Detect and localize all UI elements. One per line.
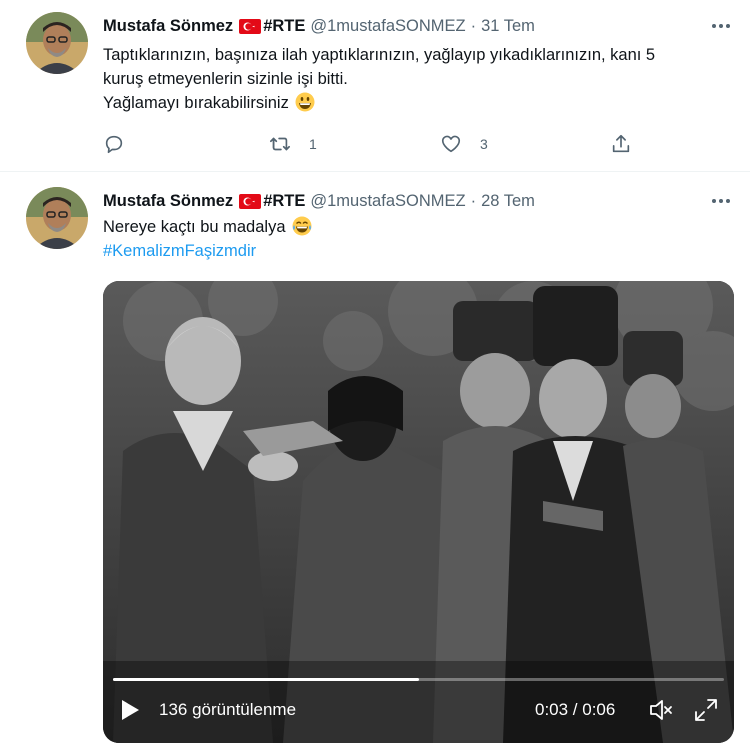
tweet-header: Mustafa Sönmez #RTE @1mustafaSONMEZ · 31… [103, 15, 535, 37]
play-icon[interactable] [119, 698, 141, 722]
view-count: 136 görüntülenme [159, 700, 297, 719]
fullscreen-icon[interactable] [693, 697, 719, 723]
tweet[interactable]: Mustafa Sönmez #RTE @1mustafaSONMEZ · 28… [0, 172, 750, 747]
grinning-face-emoji [295, 92, 315, 112]
more-dots-icon[interactable] [710, 15, 732, 37]
tweet-header: Mustafa Sönmez #RTE @1mustafaSONMEZ · 28… [103, 190, 535, 212]
tweet-date[interactable]: 31 Tem [481, 17, 535, 36]
retweet-icon [270, 137, 290, 151]
author-tag: #RTE [263, 16, 306, 35]
tweet-date[interactable]: 28 Tem [481, 192, 535, 211]
retweet-count: 1 [309, 136, 317, 152]
tweet-text-line: kuruş etmeyenlerin sizinle işi bitti. [103, 70, 348, 88]
like-count: 3 [480, 136, 488, 152]
hashtag-link[interactable]: #KemalizmFaşizmdir [103, 239, 733, 263]
video-progress-bar[interactable] [113, 678, 724, 681]
author-tag: #RTE [263, 191, 306, 210]
turkey-flag-icon [239, 193, 262, 209]
more-dots-icon[interactable] [710, 190, 732, 212]
author-handle[interactable]: @1mustafaSONMEZ [310, 17, 465, 36]
tweet-text: Taptıklarınızın, başınıza ilah yaptıklar… [103, 43, 733, 115]
video-frame[interactable] [103, 281, 734, 743]
author-handle[interactable]: @1mustafaSONMEZ [310, 192, 465, 211]
tweet[interactable]: Mustafa Sönmez #RTE @1mustafaSONMEZ · 31… [0, 0, 750, 172]
reply-icon [105, 135, 123, 154]
face-with-tears-of-joy-emoji [292, 216, 312, 236]
tweet-text-line: Nereye kaçtı bu madalya [103, 215, 733, 239]
share-icon [612, 134, 630, 153]
separator-dot: · [470, 191, 477, 210]
tweet-actions: 1 3 [103, 130, 633, 158]
retweet-button[interactable]: 1 [269, 130, 317, 158]
tweet-text-fragment: Nereye kaçtı bu madalya [103, 218, 286, 236]
turkey-flag-icon [239, 18, 262, 34]
tweet-text: Nereye kaçtı bu madalya #KemalizmFaşizmd… [103, 215, 733, 263]
author-name[interactable]: Mustafa Sönmez [103, 192, 233, 211]
tweet-text-fragment: Yağlamayı bırakabilirsiniz [103, 94, 289, 112]
avatar[interactable] [26, 12, 88, 74]
video-time: 0:03 / 0:06 [535, 700, 616, 719]
volume-muted-icon[interactable] [648, 697, 674, 723]
separator-dot: · [470, 16, 477, 35]
like-button[interactable]: 3 [440, 130, 488, 158]
video-controls: 136 görüntülenme 0:03 / 0:06 [103, 686, 734, 736]
avatar[interactable] [26, 187, 88, 249]
video-player[interactable]: 136 görüntülenme 0:03 / 0:06 [103, 281, 734, 743]
video-progress-fill [113, 678, 419, 681]
share-button[interactable] [610, 130, 632, 158]
heart-icon [441, 135, 461, 153]
reply-button[interactable] [103, 130, 143, 158]
tweet-text-line: Taptıklarınızın, başınıza ilah yaptıklar… [103, 46, 656, 64]
tweet-text-line: Yağlamayı bırakabilirsiniz [103, 91, 733, 115]
author-name[interactable]: Mustafa Sönmez [103, 17, 233, 36]
